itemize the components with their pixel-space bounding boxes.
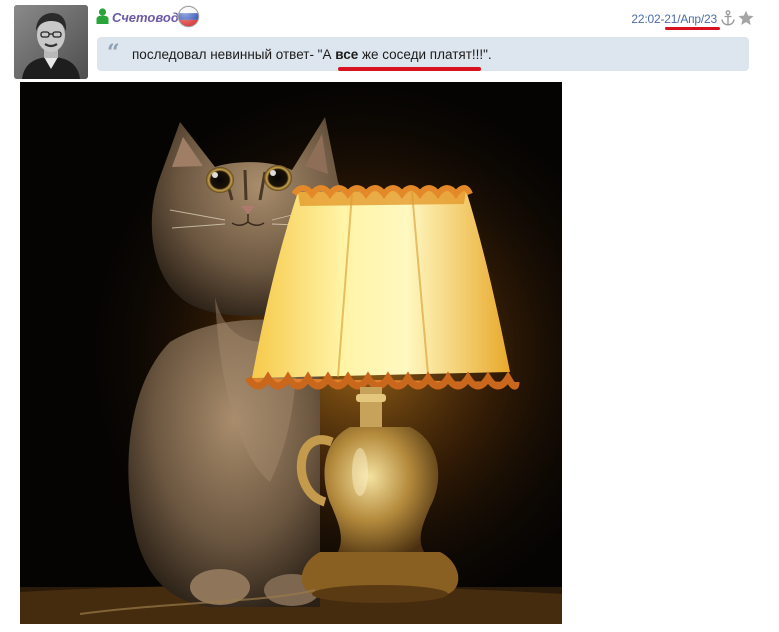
- quote-block: “ последовал невинный ответ- "А все же с…: [97, 37, 749, 71]
- quote-highlight-underline: [338, 67, 481, 71]
- user-online-icon: [96, 8, 109, 24]
- username-link[interactable]: Счетовод: [112, 10, 179, 25]
- quote-text-after: же соседи платят!!!".: [358, 47, 492, 62]
- quote-icon: “: [107, 40, 120, 66]
- post-timestamp[interactable]: 22:02-21/Апр/23: [631, 12, 717, 26]
- quote-text: последовал невинный ответ- "А все же сос…: [132, 47, 492, 62]
- quote-text-before: последовал невинный ответ- "А: [132, 47, 336, 62]
- russia-flag-icon: [177, 5, 200, 28]
- quote-emphasis: все: [335, 47, 359, 62]
- timestamp-highlight-underline: [665, 27, 720, 30]
- forum-post: Счетовод 22:02-21/Апр/23 “ последовал не…: [0, 0, 779, 632]
- anchor-icon[interactable]: [721, 10, 735, 26]
- cat-behind-lamp-photo[interactable]: [20, 82, 562, 624]
- star-icon[interactable]: [738, 10, 754, 26]
- user-avatar[interactable]: [14, 5, 88, 79]
